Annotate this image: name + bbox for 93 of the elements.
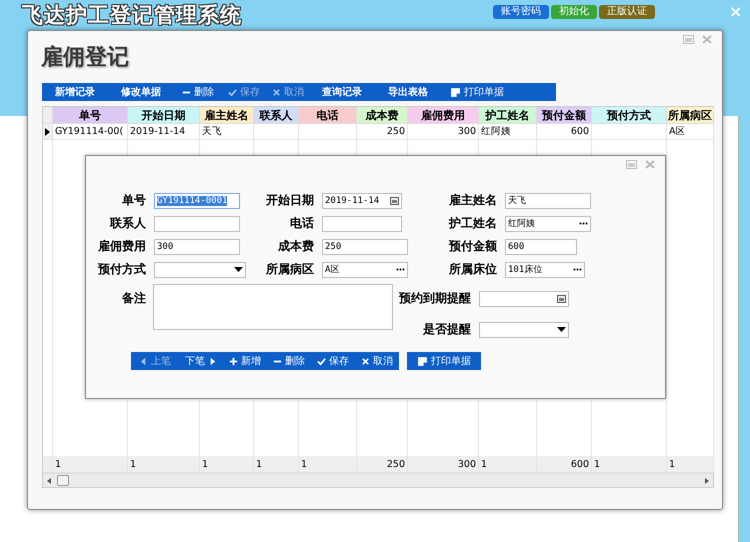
field-label: 单号 — [121, 192, 146, 209]
column-header[interactable]: 联系人 — [254, 107, 299, 124]
input-field[interactable]: 红阿姨 — [505, 216, 591, 232]
row-header-corner — [43, 107, 53, 124]
left-arrow-icon[interactable] — [47, 478, 51, 484]
current-row-icon — [45, 128, 50, 136]
table-cell: 天飞 — [200, 124, 254, 140]
plus-icon — [229, 356, 238, 366]
checkmark-icon — [317, 356, 326, 366]
toolbar-button[interactable]: 修改单据 — [108, 83, 174, 101]
field-label: 预付方式 — [96, 261, 146, 278]
column-header[interactable]: 预付方式 — [592, 107, 667, 124]
column-header[interactable]: 护工姓名 — [479, 107, 537, 124]
table-cell: A区 — [667, 124, 714, 140]
dropdown-arrow-icon — [234, 267, 243, 272]
column-header[interactable]: 电话 — [299, 107, 357, 124]
ellipsis-icon — [396, 268, 405, 271]
input-field[interactable]: 300 — [154, 238, 240, 254]
input-field[interactable] — [322, 216, 402, 232]
input-field[interactable]: A区 — [322, 262, 408, 278]
table-cell: GY191114-00( — [53, 124, 128, 140]
field-label: 备注 — [121, 290, 146, 307]
input-field[interactable]: 2019-11-14 — [322, 192, 402, 208]
header-button[interactable]: 初始化 — [551, 5, 597, 19]
column-header[interactable]: 单号 — [53, 107, 128, 124]
column-header[interactable]: 雇佣费用 — [408, 107, 479, 124]
right-triangle-icon — [208, 356, 217, 366]
field-label: 所属床位 — [448, 261, 497, 278]
field-label: 电话 — [289, 215, 314, 232]
toolbar-button[interactable]: 打印单据 — [407, 352, 481, 370]
field-label: 雇佣费用 — [97, 238, 146, 255]
toolbar-button[interactable]: 删除 — [267, 352, 311, 370]
input-field[interactable]: GY191114-0001 — [154, 192, 240, 208]
column-header[interactable]: 雇主姓名 — [200, 107, 254, 124]
field-label: 雇主姓名 — [448, 192, 497, 209]
toolbar-button[interactable]: 保存 — [311, 352, 355, 370]
field-label: 护工姓名 — [448, 215, 497, 232]
calendar-icon — [557, 294, 566, 302]
window-title: 雇佣登记 — [41, 44, 129, 72]
input-field[interactable] — [479, 290, 569, 306]
input-field[interactable]: 250 — [322, 238, 408, 254]
toolbar-button[interactable]: 下笔 — [179, 352, 223, 370]
calendar-icon — [390, 196, 399, 204]
field-label: 预约到期提醒 — [399, 290, 471, 307]
toolbar-button[interactable]: 查询记录 — [310, 83, 374, 101]
field-label: 是否提醒 — [423, 321, 471, 338]
close-icon — [272, 88, 281, 96]
input-field[interactable]: 101床位 — [505, 262, 585, 278]
field-label: 开始日期 — [265, 192, 314, 209]
app-title: 飞达护工登记管理系统 — [22, 2, 242, 29]
field-label: 联系人 — [108, 215, 146, 232]
close-icon[interactable] — [645, 160, 655, 169]
right-arrow-icon[interactable] — [705, 478, 709, 484]
column-header[interactable]: 所属病区 — [667, 107, 714, 124]
toolbar-button[interactable]: 删除 — [174, 83, 222, 101]
table-cell: 300 — [408, 124, 479, 140]
column-header[interactable]: 预付金额 — [537, 107, 592, 124]
toolbar-button[interactable]: 新增记录 — [42, 83, 108, 101]
field-label: 所属病区 — [265, 261, 314, 278]
column-header[interactable]: 开始日期 — [128, 107, 200, 124]
dropdown-arrow-icon — [557, 327, 566, 332]
scrollbar-thumb[interactable] — [57, 475, 69, 486]
checkmark-icon — [228, 88, 237, 96]
left-triangle-icon — [139, 356, 148, 366]
restore-icon[interactable] — [683, 35, 694, 44]
table-cell: 250 — [357, 124, 408, 140]
header-button[interactable]: 正版认证 — [599, 5, 655, 19]
column-header[interactable]: 成本费 — [357, 107, 408, 124]
table-cell: 红阿姨 — [479, 124, 537, 140]
dropdown-field[interactable] — [479, 322, 569, 338]
table-cell: 600 — [537, 124, 592, 140]
ellipsis-icon — [573, 268, 582, 271]
input-field[interactable] — [154, 216, 240, 232]
toolbar-button[interactable]: 取消 — [355, 352, 399, 370]
document-icon — [417, 356, 428, 366]
close-icon[interactable] — [702, 35, 712, 44]
restore-icon[interactable] — [626, 160, 637, 169]
field-label: 预付金额 — [448, 238, 497, 255]
input-field[interactable]: 600 — [505, 238, 577, 254]
document-icon — [450, 86, 461, 98]
toolbar-button[interactable]: 打印单据 — [442, 83, 512, 101]
dropdown-field[interactable] — [154, 262, 246, 278]
ellipsis-icon — [579, 222, 588, 225]
header-button[interactable]: 账号密码 — [493, 5, 549, 19]
input-field[interactable]: 天飞 — [505, 192, 591, 208]
toolbar-button[interactable]: 导出表格 — [374, 83, 442, 101]
table-cell: 2019-11-14 — [128, 124, 200, 140]
remarks-field[interactable] — [153, 284, 393, 330]
field-label: 成本费 — [277, 238, 314, 255]
row-indicator[interactable] — [43, 124, 53, 140]
close-icon — [361, 356, 370, 366]
horizontal-scrollbar[interactable] — [43, 473, 713, 487]
toolbar-button[interactable]: 新增 — [223, 352, 267, 370]
